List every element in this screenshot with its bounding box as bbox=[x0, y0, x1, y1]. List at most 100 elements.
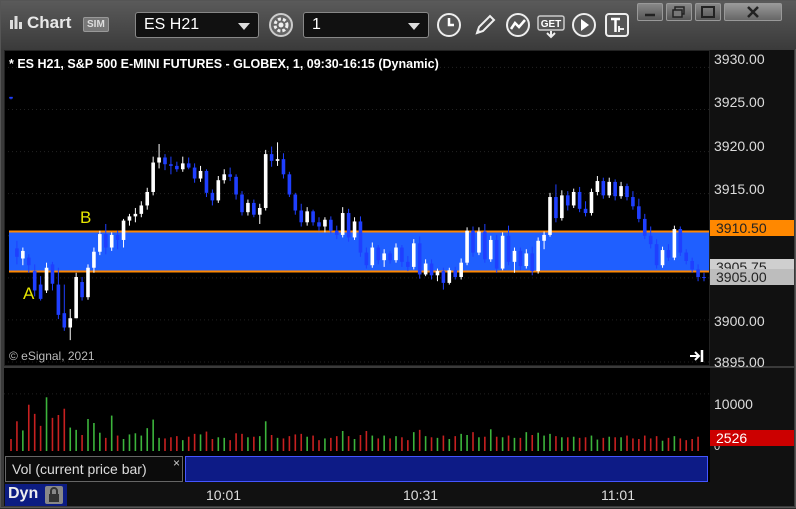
candle-body bbox=[222, 174, 227, 181]
candle-body bbox=[417, 243, 422, 275]
candle-body bbox=[613, 181, 617, 197]
candle-body bbox=[86, 267, 90, 298]
close-study-icon[interactable]: × bbox=[173, 456, 180, 470]
candle-body bbox=[583, 208, 588, 214]
lock-icon[interactable] bbox=[45, 486, 63, 504]
candle-body bbox=[358, 221, 363, 253]
candle-body bbox=[601, 181, 606, 196]
candle-body bbox=[151, 162, 155, 192]
candle-body bbox=[323, 219, 327, 227]
candle-body bbox=[92, 251, 96, 268]
candle-body bbox=[518, 250, 523, 267]
candle-body bbox=[121, 220, 126, 240]
candle-body bbox=[240, 194, 244, 213]
candle-body bbox=[50, 264, 55, 284]
candle-body bbox=[530, 253, 535, 272]
candle-body bbox=[542, 234, 546, 241]
candle-body bbox=[441, 271, 446, 283]
candle-body bbox=[423, 263, 428, 275]
candle-body bbox=[619, 186, 623, 197]
candle-body bbox=[560, 195, 564, 219]
candle-body bbox=[157, 157, 161, 163]
candle-body bbox=[394, 247, 398, 261]
candle-body bbox=[382, 253, 386, 261]
candle-body bbox=[684, 252, 689, 261]
candle-body bbox=[346, 213, 351, 238]
price-tick: 3930.00 bbox=[714, 51, 765, 67]
candle-body bbox=[56, 284, 61, 315]
candle-body bbox=[80, 282, 84, 298]
candle-body bbox=[317, 222, 321, 227]
candle-body bbox=[175, 165, 179, 170]
candle-body bbox=[62, 313, 67, 328]
candle-body bbox=[406, 261, 410, 267]
candle-body bbox=[500, 235, 505, 269]
candle-body bbox=[660, 250, 665, 266]
candle-body bbox=[376, 247, 381, 261]
candle-body bbox=[388, 253, 392, 261]
candle-body bbox=[169, 164, 173, 166]
candle-body bbox=[145, 191, 150, 206]
candle-body bbox=[68, 318, 73, 328]
candle-body bbox=[625, 186, 629, 198]
candle-body bbox=[370, 247, 375, 266]
candle-body bbox=[435, 271, 440, 276]
candle-body bbox=[329, 219, 333, 231]
candle-body bbox=[702, 276, 706, 278]
candle-body bbox=[299, 210, 304, 223]
time-tick: 11:01 bbox=[601, 487, 635, 503]
candle-body bbox=[186, 163, 191, 168]
candle-body bbox=[536, 240, 540, 272]
candle-body bbox=[38, 284, 43, 299]
time-tick: 10:31 bbox=[403, 487, 439, 503]
price-tick: 3920.00 bbox=[714, 138, 765, 154]
candle-body bbox=[9, 96, 13, 99]
candle-body bbox=[577, 191, 582, 209]
volume-study-label[interactable]: Vol (current price bar) bbox=[5, 456, 183, 482]
upper-line-tag: 3910.50 bbox=[710, 220, 794, 236]
candle-body bbox=[447, 270, 452, 283]
price-tick: 3900.00 bbox=[714, 313, 765, 329]
candle-body bbox=[459, 262, 463, 277]
candle-body bbox=[494, 239, 499, 269]
candle-body bbox=[163, 157, 167, 165]
candle-body bbox=[607, 181, 612, 196]
candle-body bbox=[127, 216, 132, 221]
scroll-to-end-icon[interactable] bbox=[689, 349, 705, 363]
candle-body bbox=[263, 154, 268, 208]
candle-body bbox=[275, 159, 280, 161]
candle-body bbox=[15, 248, 19, 257]
candle-body bbox=[654, 244, 659, 266]
candle-body bbox=[589, 191, 594, 214]
candle-body bbox=[21, 250, 25, 259]
dynamic-label: Dyn bbox=[8, 485, 39, 502]
candle-body bbox=[228, 174, 232, 177]
copyright-text: © eSignal, 2021 bbox=[9, 349, 95, 363]
candle-body bbox=[139, 205, 144, 214]
candle-body bbox=[352, 221, 357, 238]
candle-body bbox=[257, 207, 262, 215]
candle-body bbox=[488, 239, 493, 260]
candle-body bbox=[133, 213, 138, 217]
label-b: B bbox=[80, 208, 91, 227]
last-price-tag: 3905.00 bbox=[710, 269, 794, 285]
candle-body bbox=[637, 206, 641, 219]
chart-header: * ES H21, S&P 500 E-MINI FUTURES - GLOBE… bbox=[9, 57, 439, 71]
candle-body bbox=[512, 250, 517, 262]
candle-body bbox=[281, 159, 286, 175]
candle-body bbox=[571, 191, 576, 206]
candle-body bbox=[666, 250, 671, 258]
candle-body bbox=[465, 230, 469, 263]
candle-body bbox=[246, 202, 250, 213]
candle-body bbox=[595, 181, 600, 192]
candle-body bbox=[210, 192, 215, 201]
candle-body bbox=[554, 197, 558, 219]
candle-body bbox=[98, 234, 102, 252]
volume-study-strip[interactable] bbox=[185, 456, 708, 482]
candle-body bbox=[690, 261, 694, 270]
candle-body bbox=[340, 213, 345, 235]
candle-body bbox=[305, 211, 309, 223]
price-tick: 3895.00 bbox=[714, 354, 765, 370]
candle-body bbox=[204, 170, 209, 193]
candle-body bbox=[44, 267, 49, 291]
